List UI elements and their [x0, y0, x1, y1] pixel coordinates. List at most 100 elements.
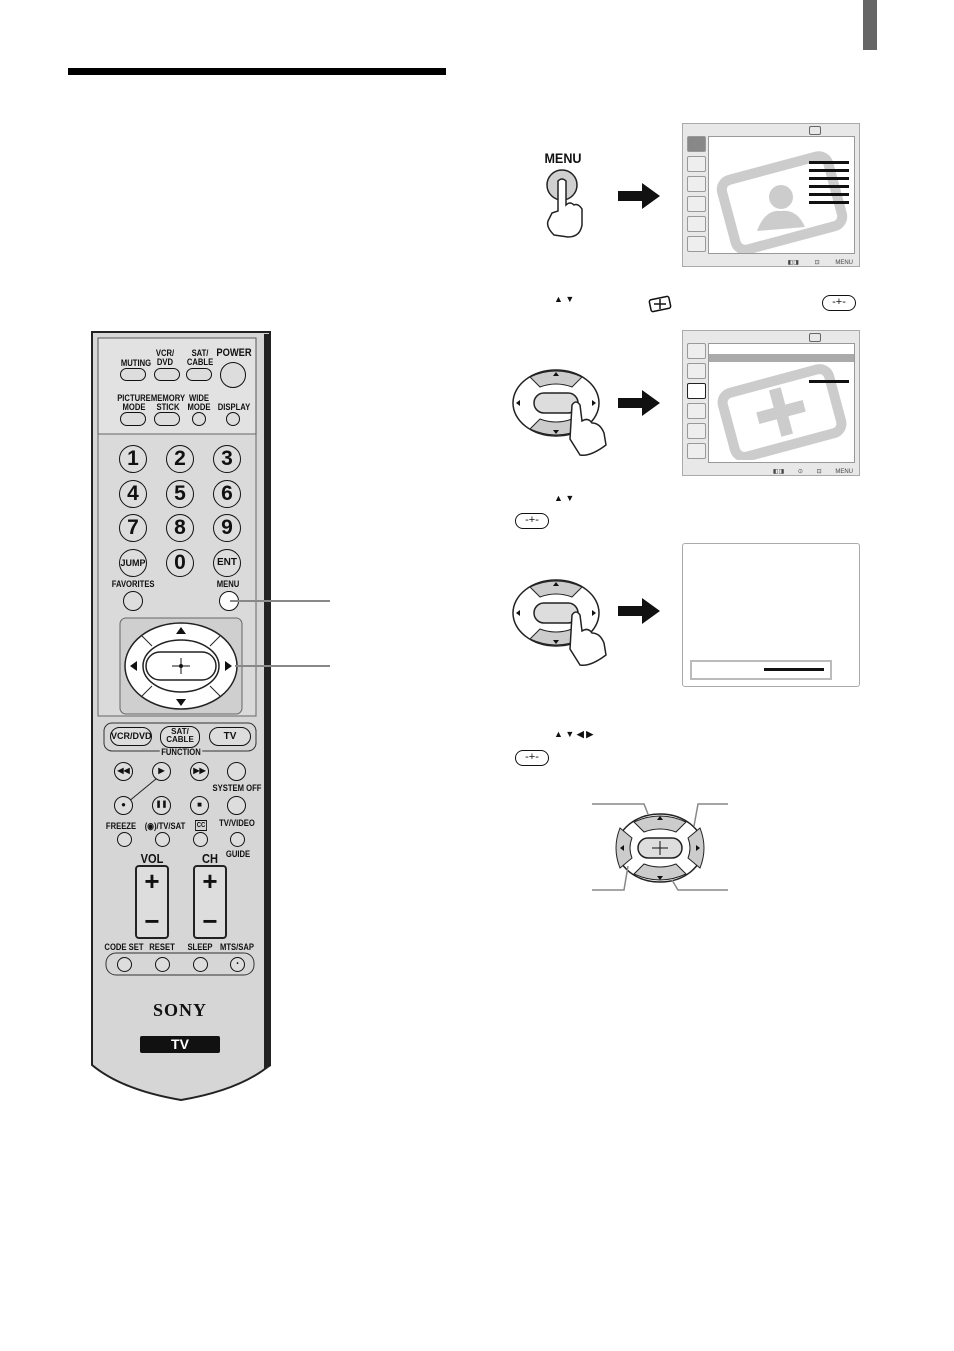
- system-off-button[interactable]: [227, 762, 246, 781]
- favorites-button[interactable]: [123, 591, 143, 611]
- dpad-callout-line: [235, 665, 330, 667]
- record-button[interactable]: ●: [114, 796, 133, 815]
- sleep-button[interactable]: [193, 957, 208, 972]
- screen-footer: ◧◨ ⊡ MENU: [787, 260, 853, 266]
- parent-menu-icon: [687, 423, 706, 439]
- label-display: DISPLAY: [217, 402, 251, 412]
- arrow-right-icon: [618, 598, 660, 624]
- picture-menu-icon: [687, 136, 706, 152]
- arrow-right-icon: [618, 183, 660, 209]
- remote-control: MUTING VCR/ DVD SAT/ CABLE POWER PICTURE…: [90, 330, 330, 1102]
- memory-stick-menu-icon: [687, 443, 706, 459]
- screen-tv-icon: [809, 126, 821, 135]
- arrow-right-icon: [618, 390, 660, 416]
- tv-badge: TV: [171, 1036, 189, 1052]
- label-muting: MUTING: [120, 358, 152, 368]
- num-2-button[interactable]: 2: [166, 445, 194, 473]
- vol-down-button[interactable]: −: [142, 906, 162, 937]
- wide-mode-button[interactable]: [192, 412, 206, 426]
- muting-button[interactable]: [120, 368, 146, 381]
- label-vcr-dvd: VCR/ DVD: [155, 348, 175, 367]
- step4-enter-icon: -+-: [515, 750, 549, 766]
- sony-logo: SONY: [152, 1000, 207, 1020]
- setup-icon: [648, 295, 672, 313]
- fast-forward-button[interactable]: ▶▶: [190, 762, 209, 781]
- menu-sidebar: [687, 136, 706, 256]
- step3-up-down-arrows: ▲ ▼: [554, 493, 575, 503]
- label-tv-sat: (◉)/TV/SAT: [144, 821, 186, 831]
- tv-video-button[interactable]: [230, 832, 245, 847]
- num-6-button[interactable]: 6: [213, 480, 241, 508]
- sound-menu-icon: [687, 363, 706, 379]
- play-button[interactable]: ▶: [152, 762, 171, 781]
- jump-button[interactable]: JUMP: [119, 549, 147, 577]
- display-button[interactable]: [226, 412, 240, 426]
- menu-pane: [708, 136, 855, 254]
- memory-stick-menu-icon: [687, 236, 706, 252]
- label-code-set: CODE SET: [104, 942, 144, 952]
- cc-button[interactable]: [193, 832, 208, 847]
- label-memory-stick: MEMORY STICK: [150, 393, 186, 412]
- channel-menu-icon: [687, 196, 706, 212]
- label-system-off: SYSTEM OFF: [212, 783, 262, 793]
- tv-sat-button[interactable]: [155, 832, 170, 847]
- tv-screen-picture-menu: ◧◨ ⊡ MENU: [682, 123, 860, 267]
- function-vcr-dvd-button[interactable]: VCR/DVD: [110, 727, 152, 746]
- label-ch: CH: [202, 851, 218, 866]
- sat-cable-button[interactable]: [186, 368, 212, 381]
- picture-menu-icon: [687, 343, 706, 359]
- vol-up-button[interactable]: +: [142, 866, 162, 897]
- tv-screen-setup-menu: ◧◨ ⊙ ⊡ MENU: [682, 330, 860, 476]
- tv-screen-adjust: [682, 543, 860, 687]
- menu-sidebar: [687, 343, 706, 463]
- pause-button[interactable]: ❚❚: [152, 796, 171, 815]
- label-freeze: FREEZE: [105, 821, 137, 831]
- num-5-button[interactable]: 5: [166, 480, 194, 508]
- mts-sap-button[interactable]: •: [230, 957, 245, 972]
- section-tab-marker: [863, 0, 877, 50]
- label-sleep: SLEEP: [187, 942, 213, 952]
- screen-tv-icon: [809, 333, 821, 342]
- header-rule: [68, 68, 446, 75]
- code-set-button[interactable]: [117, 957, 132, 972]
- step3-enter-icon: -+-: [515, 513, 549, 529]
- extra-button[interactable]: [227, 796, 246, 815]
- ch-down-button[interactable]: −: [200, 906, 220, 937]
- sound-menu-icon: [687, 156, 706, 172]
- num-3-button[interactable]: 3: [213, 445, 241, 473]
- label-cc: CC: [195, 820, 207, 831]
- directional-pad[interactable]: [125, 623, 237, 709]
- reset-button[interactable]: [155, 957, 170, 972]
- channel-menu-icon: [687, 403, 706, 419]
- label-power: POWER: [216, 347, 252, 359]
- menu-pane: [708, 343, 855, 463]
- ent-button[interactable]: ENT: [213, 549, 241, 577]
- num-4-button[interactable]: 4: [119, 480, 147, 508]
- rewind-button[interactable]: ◀◀: [114, 762, 133, 781]
- step2-up-down-arrows: ▲ ▼: [554, 294, 575, 304]
- label-reset: RESET: [149, 942, 175, 952]
- setup-menu-icon: [687, 176, 706, 192]
- hand-press-menu-icon: [546, 169, 583, 238]
- label-favorites: FAVORITES: [111, 579, 155, 589]
- dpad-diagram: [592, 803, 728, 891]
- picture-mode-button[interactable]: [120, 412, 146, 426]
- screen-footer: ◧◨ ⊙ ⊡ MENU: [772, 469, 853, 475]
- function-sat-cable-button[interactable]: SAT/ CABLE: [160, 726, 200, 748]
- menu-callout-line: [230, 600, 330, 602]
- function-tv-button[interactable]: TV: [209, 727, 251, 746]
- num-1-button[interactable]: 1: [119, 445, 147, 473]
- ch-up-button[interactable]: +: [200, 866, 220, 897]
- label-function: FUNCTION: [159, 747, 203, 757]
- label-picture-mode: PICTURE MODE: [117, 393, 151, 412]
- freeze-button[interactable]: [117, 832, 132, 847]
- num-9-button[interactable]: 9: [213, 514, 241, 542]
- num-7-button[interactable]: 7: [119, 514, 147, 542]
- stop-button[interactable]: ■: [190, 796, 209, 815]
- label-tv-video: TV/VIDEO: [219, 818, 255, 828]
- num-8-button[interactable]: 8: [166, 514, 194, 542]
- num-0-button[interactable]: 0: [166, 549, 194, 577]
- vcr-dvd-button[interactable]: [154, 368, 180, 381]
- memory-stick-eject-button[interactable]: [154, 412, 180, 426]
- power-button[interactable]: [220, 362, 246, 388]
